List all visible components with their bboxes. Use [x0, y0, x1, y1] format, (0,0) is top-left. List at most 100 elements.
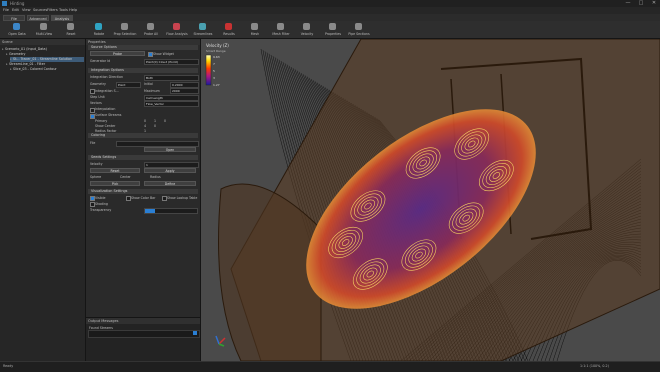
- status-right: 1:1:1 (100%, 0.2): [580, 364, 609, 368]
- file-field[interactable]: [116, 140, 199, 147]
- tree-item[interactable]: ▸Slice_03 - Colored Contour: [10, 67, 84, 72]
- seeds-reset-button[interactable]: Reset: [90, 168, 140, 173]
- ribbon-tabs: File Advanced Analysis: [0, 14, 660, 21]
- ribbon-button-label: Probe All: [143, 32, 158, 36]
- output-input[interactable]: [88, 330, 200, 338]
- ribbon-button-label: Mesh Filter: [272, 32, 290, 36]
- vectors-select[interactable]: Flow_Vector: [144, 100, 199, 107]
- direction-label: Integration Direction: [90, 75, 123, 79]
- ribbon-button-probe-all[interactable]: Probe All: [138, 22, 164, 37]
- ribbon-button-prop-selection[interactable]: Prop Selection: [112, 22, 138, 37]
- ribbon-button-pipe-sections[interactable]: Pipe Sections: [346, 22, 372, 37]
- seeds-define-button[interactable]: Define: [144, 181, 196, 186]
- render-viewport[interactable]: Velocity (Z) Smart Range 9.63 7 5 3 1.27: [201, 39, 660, 361]
- ribbon-button-streamlines[interactable]: Streamlines: [190, 22, 216, 37]
- probe-button[interactable]: Probe: [90, 51, 145, 56]
- seeds-apply-button[interactable]: Apply: [144, 168, 196, 173]
- seeds-velocity-label: Velocity: [90, 162, 103, 166]
- section-source-options[interactable]: Source Options: [88, 45, 198, 50]
- properties-panel: Properties Source Options Probe Show Wid…: [86, 39, 201, 362]
- tree-item-label: Geometry: [9, 52, 26, 56]
- open-data-icon: [13, 23, 20, 30]
- maximize-button[interactable]: □: [635, 0, 647, 7]
- option-primary-label: Primary: [95, 119, 108, 123]
- transparency-label: Transparency: [90, 208, 112, 212]
- legend-tick-2: 7: [213, 62, 215, 66]
- legend-subtitle: Smart Range: [206, 49, 226, 53]
- seeds-sphere-label: Sphere: [90, 175, 102, 179]
- ribbon-button-mesh[interactable]: Mesh: [242, 22, 268, 37]
- menu-view[interactable]: View: [22, 8, 31, 12]
- menu-bar: File Edit View Sources Filters Tools Hel…: [0, 7, 660, 14]
- menu-tools[interactable]: Tools: [59, 8, 68, 12]
- ribbon-button-velocity[interactable]: Velocity: [294, 22, 320, 37]
- menu-help[interactable]: Help: [69, 8, 77, 12]
- section-integration-options[interactable]: Integration Options: [88, 68, 198, 73]
- ribbon-button-open-data[interactable]: Open Data: [4, 22, 30, 37]
- grid-value-3[interactable]: 0: [164, 119, 166, 123]
- legend-tick-5: 1.27: [213, 83, 220, 87]
- legend-tick-3: 5: [213, 69, 215, 73]
- grid-value-1[interactable]: 0: [144, 119, 146, 123]
- seeds-pick-button[interactable]: Pick: [90, 181, 140, 186]
- ribbon-button-label: Prop Selection: [113, 32, 137, 36]
- seeds-velocity-field[interactable]: 1: [144, 161, 199, 168]
- ribbon-button-label: Pipe Sections: [348, 32, 370, 36]
- color-legend: Velocity (Z) Smart Range 9.63 7 5 3 1.27: [205, 43, 229, 87]
- tree-item-label: St... Tracer_01 - Streamline Solution: [13, 57, 73, 61]
- maximum-label: Maximum: [144, 88, 160, 93]
- file-label: File: [90, 141, 96, 145]
- multi-view-icon: [40, 23, 47, 30]
- ribbon-button-rotate[interactable]: Rotate: [86, 22, 112, 37]
- pipeline-browser-title: Scene: [0, 39, 85, 45]
- geometry-label: Geometry: [90, 82, 106, 86]
- reset-icon: [67, 23, 74, 30]
- minimize-button[interactable]: —: [622, 0, 634, 7]
- generator-field[interactable]: Point(0) Cloud (Point): [144, 58, 199, 65]
- ribbon-button-label: Velocity: [300, 32, 314, 36]
- open-button[interactable]: Open: [144, 147, 196, 152]
- initial-label: Initial: [144, 82, 153, 86]
- output-send-icon[interactable]: [193, 331, 197, 335]
- geometry-field[interactable]: Point: [116, 81, 141, 88]
- ribbon-button-label: Flow Analysis: [166, 32, 188, 36]
- pipe-sections-icon: [355, 23, 362, 30]
- grid-value-4[interactable]: 4: [144, 124, 146, 128]
- maximum-field[interactable]: 2000: [170, 88, 199, 94]
- ribbon-button-multi-view[interactable]: Multi-View: [31, 22, 57, 37]
- direction-select[interactable]: Both: [144, 74, 199, 81]
- ribbon-button-properties[interactable]: Properties: [320, 22, 346, 37]
- ribbon-button-reset[interactable]: Reset: [58, 22, 84, 37]
- initial-field[interactable]: 0.2000: [170, 81, 199, 88]
- axes-triad-icon: [215, 335, 226, 347]
- ribbon-button-label: Streamlines: [193, 32, 213, 36]
- ribbon-button-label: Reset: [66, 32, 76, 36]
- transparency-slider[interactable]: [144, 208, 198, 214]
- section-seeds-settings[interactable]: Seeds Settings: [88, 155, 198, 160]
- legend-color-bar: [205, 54, 212, 86]
- viewport-canvas[interactable]: Velocity (Z) Smart Range 9.63 7 5 3 1.27: [201, 39, 660, 361]
- surface-streams-label: Surface Streams: [95, 113, 122, 117]
- rotate-icon: [95, 23, 102, 30]
- velocity-icon: [303, 23, 310, 30]
- ribbon-button-label: Mesh: [250, 32, 260, 36]
- menu-edit[interactable]: Edit: [12, 8, 19, 12]
- grid-value-2[interactable]: 1: [154, 119, 156, 123]
- properties-icon: [329, 23, 336, 30]
- step-unit-label: Step Unit: [90, 95, 105, 99]
- seeds-center-label: Center: [120, 175, 131, 179]
- pipeline-browser: Scene ▸Scenario_01 (Input_Data) ▸Geometry…: [0, 39, 86, 361]
- section-coloring[interactable]: Coloring: [88, 133, 198, 138]
- menu-sources[interactable]: Sources: [33, 8, 47, 12]
- ribbon-toolbar: Open Data Multi-View Reset Rotate Prop Selec…: [0, 21, 660, 39]
- section-visualization-settings[interactable]: Visualization Settings: [88, 189, 198, 194]
- menu-filters[interactable]: Filters: [47, 8, 58, 12]
- ribbon-button-results[interactable]: Results: [216, 22, 242, 37]
- menu-file[interactable]: File: [3, 8, 9, 12]
- ribbon-button-flow-analysis[interactable]: Flow Analysis: [164, 22, 190, 37]
- grid-value-5[interactable]: 0: [154, 124, 156, 128]
- transparency-slider-fill: [145, 209, 156, 213]
- streamlines-icon: [199, 23, 206, 30]
- close-button[interactable]: ✕: [648, 0, 660, 7]
- ribbon-button-mesh-filter[interactable]: Mesh Filter: [268, 22, 294, 37]
